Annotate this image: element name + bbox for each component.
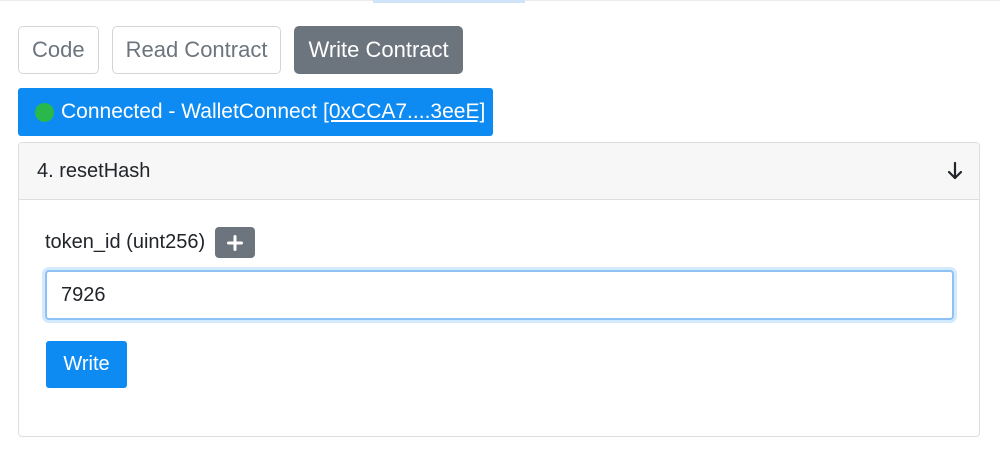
param-label-row: token_id (uint256) <box>45 227 256 258</box>
param-label: token_id (uint256) <box>45 231 206 253</box>
add-param-button[interactable] <box>215 227 256 258</box>
tab-read-contract[interactable]: Read Contract <box>111 26 282 74</box>
method-card-resethash: 4. resetHash token_id (uint256) Write <box>18 142 980 437</box>
method-header[interactable]: 4. resetHash <box>19 143 979 200</box>
contract-tabs: Code Read Contract Write Contract <box>18 26 463 74</box>
tab-code[interactable]: Code <box>18 26 99 74</box>
method-title: 4. resetHash <box>37 159 151 182</box>
connected-status-icon <box>35 102 54 122</box>
token-id-input[interactable] <box>45 270 954 320</box>
tab-write-contract[interactable]: Write Contract <box>294 26 463 74</box>
write-button[interactable]: Write <box>46 341 127 388</box>
connection-status-text: Connected - WalletConnect <box>61 100 318 123</box>
wallet-address-link[interactable]: [0xCCA7....3eeE] <box>323 100 485 124</box>
top-scroll-indicator <box>373 0 525 3</box>
arrow-down-icon[interactable] <box>947 162 963 180</box>
plus-icon <box>227 234 244 251</box>
wallet-connection-bar: Connected - WalletConnect [0xCCA7....3ee… <box>18 88 493 136</box>
